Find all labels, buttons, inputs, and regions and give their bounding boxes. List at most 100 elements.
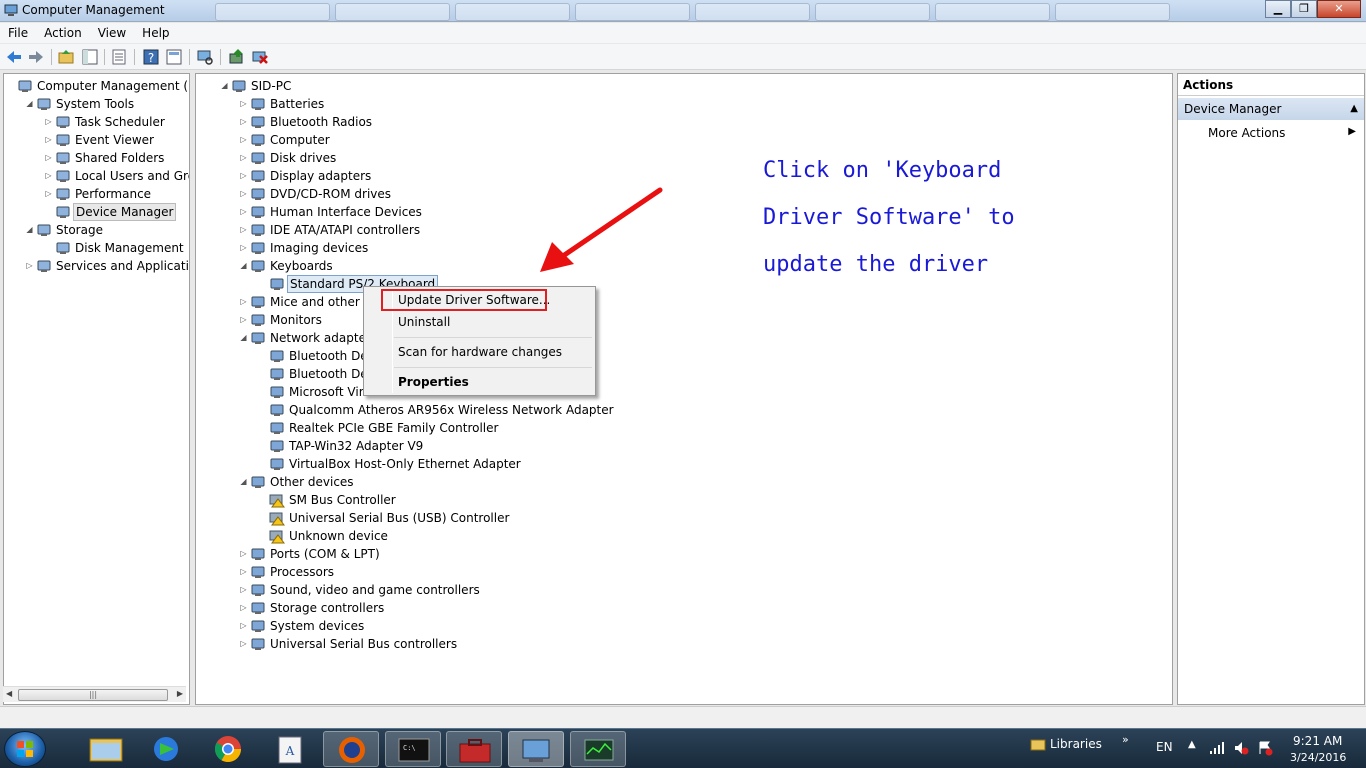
menu-file[interactable]: File [0, 23, 36, 43]
tree-node-label[interactable]: IDE ATA/ATAPI controllers [268, 221, 422, 239]
explorer-taskbar-icon[interactable] [78, 731, 134, 767]
left-horizontal-scrollbar[interactable]: ◀ ||| ▶ [3, 686, 186, 702]
device-node[interactable]: ▷ DVD/CD-ROM drives [196, 185, 1172, 203]
tree-node-label[interactable]: TAP-Win32 Adapter V9 [287, 437, 425, 455]
tree-expander-icon[interactable]: ▷ [239, 581, 248, 599]
tree-node-label[interactable]: Keyboards [268, 257, 335, 275]
show-hide-tree-icon[interactable] [81, 48, 99, 66]
close-button[interactable]: ✕ [1317, 0, 1361, 18]
collapse-triangle-icon[interactable]: ▲ [1350, 98, 1358, 120]
tree-expander-icon[interactable]: ▷ [239, 167, 248, 185]
device-node[interactable]: Bluetooth Device [196, 347, 1172, 365]
maximize-button[interactable]: ❐ [1291, 0, 1317, 18]
volume-muted-icon[interactable] [1233, 740, 1249, 756]
tree-node-label[interactable]: Event Viewer [73, 131, 156, 149]
tree-node-label[interactable]: System devices [268, 617, 366, 635]
command-prompt-icon[interactable]: C:\ [385, 731, 441, 767]
tree-node[interactable]: Computer Management (Local [4, 77, 189, 95]
actions-section-device-manager[interactable]: Device Manager ▲ [1178, 98, 1364, 120]
device-node[interactable]: ▷ Processors [196, 563, 1172, 581]
tree-node[interactable]: ◢ System Tools [4, 95, 189, 113]
tree-expander-icon[interactable]: ◢ [239, 473, 248, 491]
context-uninstall[interactable]: Uninstall [398, 315, 450, 329]
device-node[interactable]: ▷ Computer [196, 131, 1172, 149]
tree-node-label[interactable]: Sound, video and game controllers [268, 581, 482, 599]
device-node[interactable]: ▷ Ports (COM & LPT) [196, 545, 1172, 563]
tree-expander-icon[interactable]: ▷ [44, 167, 53, 185]
device-node[interactable]: TAP-Win32 Adapter V9 [196, 437, 1172, 455]
update-driver-icon[interactable] [228, 48, 246, 66]
menu-action[interactable]: Action [36, 23, 90, 43]
device-node[interactable]: Bluetooth Device [196, 365, 1172, 383]
device-node[interactable]: ▷ IDE ATA/ATAPI controllers [196, 221, 1172, 239]
internet-download-manager-icon[interactable] [138, 731, 194, 767]
tree-expander-icon[interactable]: ▷ [44, 131, 53, 149]
context-scan-hardware[interactable]: Scan for hardware changes [398, 345, 562, 359]
tree-expander-icon[interactable]: ◢ [25, 95, 34, 113]
tree-expander-icon[interactable]: ◢ [25, 221, 34, 239]
device-node[interactable]: ▷ Bluetooth Radios [196, 113, 1172, 131]
tree-node-label[interactable]: Display adapters [268, 167, 373, 185]
device-node[interactable]: ◢ Keyboards [196, 257, 1172, 275]
tree-node-label[interactable]: DVD/CD-ROM drives [268, 185, 393, 203]
network-signal-icon[interactable] [1209, 741, 1225, 755]
tree-node-label[interactable]: SID-PC [249, 77, 293, 95]
tree-node-label[interactable]: Universal Serial Bus (USB) Controller [287, 509, 511, 527]
tree-node-label[interactable]: Processors [268, 563, 336, 581]
tree-node[interactable]: ▷ Shared Folders [4, 149, 189, 167]
tree-expander-icon[interactable]: ▷ [239, 563, 248, 581]
tree-node[interactable]: ▷ Local Users and Groups [4, 167, 189, 185]
tree-node[interactable]: ▷ Performance [4, 185, 189, 203]
tree-node-label[interactable]: Services and Applications [54, 257, 189, 275]
tree-expander-icon[interactable]: ▷ [44, 113, 53, 131]
tree-node-label[interactable]: Storage [54, 221, 105, 239]
device-node[interactable]: ▷ Universal Serial Bus controllers [196, 635, 1172, 653]
uninstall-device-icon[interactable] [251, 48, 269, 66]
device-node[interactable]: ▷ Display adapters [196, 167, 1172, 185]
action-center-icon[interactable] [1257, 740, 1273, 756]
tree-expander-icon[interactable]: ▷ [239, 617, 248, 635]
device-node[interactable]: ▷ Monitors [196, 311, 1172, 329]
tree-node-label[interactable]: Performance [73, 185, 153, 203]
device-node[interactable]: Unknown device [196, 527, 1172, 545]
tree-node-label[interactable]: VirtualBox Host-Only Ethernet Adapter [287, 455, 523, 473]
context-update-driver[interactable]: Update Driver Software... [398, 293, 550, 307]
device-node[interactable]: ▷ Batteries [196, 95, 1172, 113]
tree-node-label[interactable]: Qualcomm Atheros AR956x Wireless Network… [287, 401, 616, 419]
tree-node-label[interactable]: Other devices [268, 473, 356, 491]
show-hidden-icons-icon[interactable]: ▲ [1188, 739, 1196, 750]
chrome-icon[interactable] [200, 731, 256, 767]
device-node[interactable]: Universal Serial Bus (USB) Controller [196, 509, 1172, 527]
tree-expander-icon[interactable]: ▷ [239, 149, 248, 167]
tree-expander-icon[interactable]: ▷ [239, 239, 248, 257]
menu-help[interactable]: Help [134, 23, 177, 43]
minimize-button[interactable]: ▁ [1265, 0, 1291, 18]
tree-expander-icon[interactable]: ▷ [44, 149, 53, 167]
clock-time[interactable]: 9:21 AM [1293, 734, 1342, 748]
tree-expander-icon[interactable]: ▷ [239, 113, 248, 131]
tree-node[interactable]: ▷ Task Scheduler [4, 113, 189, 131]
device-node[interactable]: ▷ Imaging devices [196, 239, 1172, 257]
device-node[interactable]: ▷ Sound, video and game controllers [196, 581, 1172, 599]
libraries-toolbar[interactable]: Libraries [1050, 737, 1102, 751]
tree-node-label[interactable]: Monitors [268, 311, 324, 329]
tree-node-label[interactable]: Local Users and Groups [73, 167, 189, 185]
tree-node-label[interactable]: Realtek PCIe GBE Family Controller [287, 419, 500, 437]
properties-view-icon[interactable] [165, 48, 183, 66]
tree-node-label[interactable]: Universal Serial Bus controllers [268, 635, 459, 653]
reader-app-icon[interactable]: A [262, 731, 318, 767]
device-node[interactable]: ▷ System devices [196, 617, 1172, 635]
tree-node-label[interactable]: Ports (COM & LPT) [268, 545, 382, 563]
menu-view[interactable]: View [90, 23, 134, 43]
device-node[interactable]: ▷ Storage controllers [196, 599, 1172, 617]
back-arrow-icon[interactable] [5, 48, 23, 66]
context-properties[interactable]: Properties [398, 375, 469, 389]
device-node[interactable]: Microsoft Virtual [196, 383, 1172, 401]
tree-expander-icon[interactable]: ▷ [239, 221, 248, 239]
scan-hardware-icon[interactable] [196, 48, 214, 66]
device-node[interactable]: ◢ SID-PC [196, 77, 1172, 95]
up-folder-icon[interactable] [57, 48, 75, 66]
start-button[interactable] [4, 731, 46, 767]
tree-node-label[interactable]: Imaging devices [268, 239, 370, 257]
tree-node-label[interactable]: Device Manager [73, 203, 177, 221]
